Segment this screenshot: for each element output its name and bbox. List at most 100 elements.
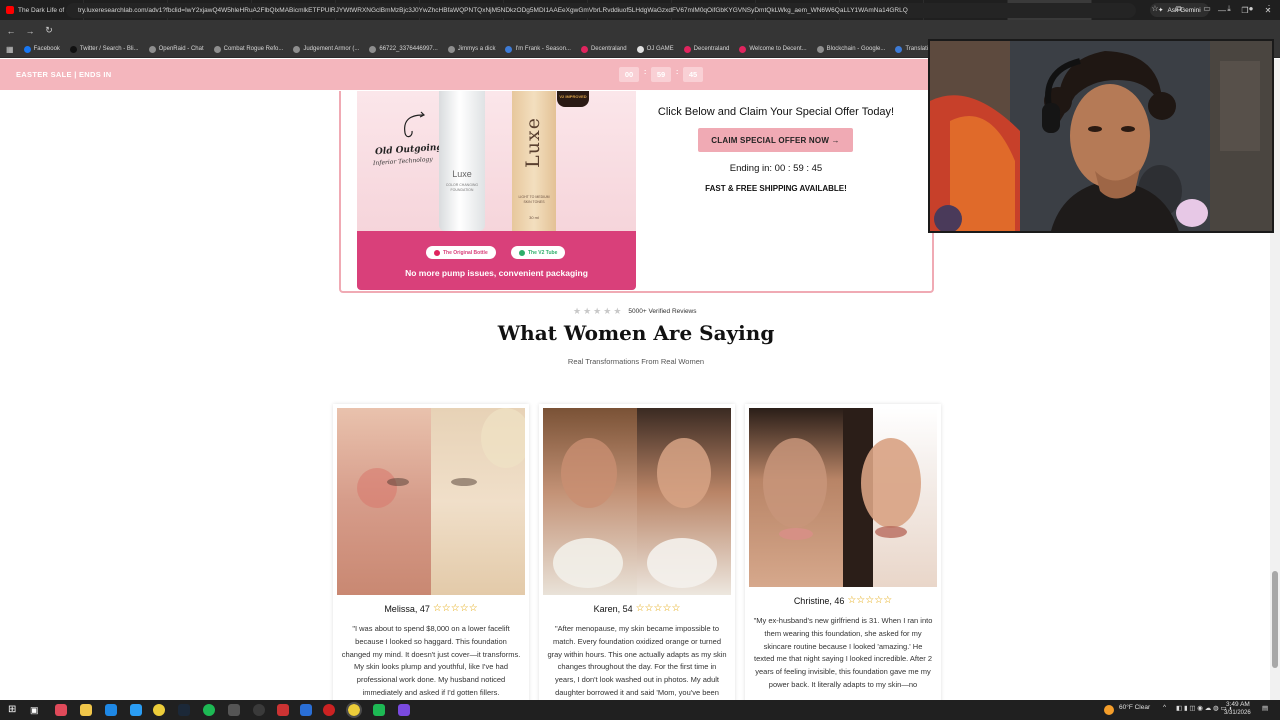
before-photo	[749, 408, 843, 587]
chrome-icon[interactable]	[153, 704, 165, 716]
star-icon: ★	[593, 306, 602, 316]
after-photo	[637, 408, 731, 595]
back-arrow-icon[interactable]: ←	[3, 26, 19, 36]
app-icon[interactable]	[55, 704, 67, 716]
webcam-overlay	[928, 39, 1274, 233]
bookmark-star-icon[interactable]: ☆	[1148, 4, 1162, 17]
twitch-icon[interactable]	[398, 704, 410, 716]
bookmark-item[interactable]: Judgement Armor (...	[293, 45, 359, 53]
bookmark-favicon-icon	[636, 45, 644, 53]
apps-grid-icon[interactable]: ▦	[6, 45, 14, 54]
testimonial-card-christine: Christine, 46 ☆☆☆☆☆ "My ex-husband's new…	[745, 404, 941, 700]
bookmark-favicon-icon	[816, 45, 824, 53]
profile-avatar-icon[interactable]: ●	[1244, 4, 1258, 17]
bookmark-item[interactable]: Welcome to Decent...	[739, 45, 807, 53]
bookmark-item[interactable]: Decentraland	[580, 45, 627, 53]
bookmark-item[interactable]: Twitter / Search - Bli...	[69, 45, 139, 53]
bookmark-favicon-icon	[69, 45, 77, 53]
bottle-sub: COLOR CHANGING FOUNDATION	[445, 183, 479, 192]
bookmark-item[interactable]: OJ GAME	[636, 45, 674, 53]
arrow-doodle-icon	[404, 111, 426, 138]
reviewer-name: Christine, 46	[793, 595, 845, 606]
bookmark-label: Twitter / Search - Bli...	[79, 46, 139, 52]
bookmark-item[interactable]: Combat Rogue Refo...	[213, 45, 283, 53]
tray-chevron-icon[interactable]: ^	[1163, 704, 1166, 711]
before-photo	[543, 408, 637, 595]
bottle-brand: Luxe	[452, 169, 472, 179]
forward-arrow-icon[interactable]: →	[22, 26, 38, 36]
tab-favicon-icon	[6, 6, 14, 14]
photos-icon[interactable]	[130, 704, 142, 716]
pill-original-bottle: The Original Bottle	[426, 246, 496, 259]
old-product-label: Old Outgoing	[374, 142, 444, 158]
bookmark-item[interactable]: Decentraland	[683, 45, 729, 53]
before-after-photo	[749, 408, 937, 587]
app-icon[interactable]	[228, 704, 240, 716]
star-icon: ★	[573, 306, 582, 316]
five-star-icon: ☆☆☆☆☆	[635, 603, 681, 614]
product-comparison-image: Old Outgoing Inferior Technology Luxe CO…	[357, 91, 636, 290]
claim-offer-button[interactable]: CLAIM SPECIAL OFFER NOW →	[698, 128, 853, 152]
five-star-icon: ☆☆☆☆☆	[432, 603, 478, 614]
bookmark-item[interactable]: Blockchain - Google...	[816, 45, 885, 53]
bookmark-favicon-icon	[213, 45, 221, 53]
app-icon[interactable]	[277, 704, 289, 716]
sidebar-icon[interactable]: ▭	[1200, 4, 1214, 17]
bookmark-label: Facebook	[33, 46, 60, 52]
tube-sub: LIGHT TO MEDIUM SKIN TONES	[518, 195, 550, 204]
edge-icon[interactable]	[105, 704, 117, 716]
app-icon[interactable]	[300, 704, 312, 716]
reviews-rating: ★ ★ ★ ★ ★ 5000+ Verified Reviews	[573, 306, 697, 317]
tab-label: The Dark Life of a	[18, 6, 68, 14]
weather-text[interactable]: 60°F Clear	[1119, 704, 1150, 711]
before-photo	[337, 408, 431, 595]
offer-countdown: Ending in: 00 : 59 : 45	[729, 163, 823, 174]
scrollbar-thumb[interactable]	[1272, 571, 1278, 668]
after-photo	[431, 408, 525, 595]
clock-time[interactable]: 3:49 AM	[1226, 701, 1250, 708]
app-icon[interactable]	[323, 704, 335, 716]
bookmark-item[interactable]: OpenRaid - Chat	[148, 45, 204, 53]
bookmark-label: OJ GAME	[646, 46, 674, 52]
bookmark-favicon-icon	[447, 45, 455, 53]
windows-taskbar: ⊞ ▣ 60°F Clear ^ ◧ ▮ ◫ ◉ ☁ ◍ ▭ ◖ 3:49 AM…	[0, 700, 1280, 720]
bookmark-favicon-icon	[293, 45, 301, 53]
star-icon: ★	[603, 306, 612, 316]
browser-menu-icon[interactable]: ⋮	[1262, 4, 1276, 17]
bookmark-favicon-icon	[739, 45, 747, 53]
bookmark-item[interactable]: Jimmys a dick	[447, 45, 496, 53]
file-explorer-icon[interactable]	[80, 704, 92, 716]
download-icon[interactable]: ⤓	[1222, 4, 1236, 17]
bookmark-label: Jimmys a dick	[457, 46, 496, 52]
reload-icon[interactable]: ↻	[41, 25, 57, 36]
address-bar[interactable]: try.luxeresearchlab.com/adv1?fbclid=IwY2…	[66, 3, 1136, 18]
notification-icon[interactable]: ▤	[1262, 704, 1268, 712]
v2-tube: Luxe LIGHT TO MEDIUM SKIN TONES 30 ml	[512, 91, 556, 239]
countdown-minutes: 59	[651, 67, 671, 82]
chrome-active-icon[interactable]	[346, 702, 362, 718]
countdown-seconds: 45	[683, 67, 703, 82]
bookmark-item[interactable]: Facebook	[23, 45, 60, 53]
reviewer-name: Melissa, 47	[384, 603, 430, 614]
bookmark-favicon-icon	[580, 45, 588, 53]
review-quote: "My ex-husband's new girlfriend is 31. W…	[753, 616, 933, 689]
clock-date[interactable]: 3/31/2026	[1224, 710, 1251, 716]
reviews-count: 5000+ Verified Reviews	[628, 308, 697, 315]
extensions-icon[interactable]: ⧉	[1172, 4, 1186, 17]
shipping-note: FAST & FREE SHIPPING AVAILABLE!	[705, 184, 847, 193]
steam-icon[interactable]	[178, 704, 190, 716]
packaging-banner-text: No more pump issues, convenient packagin…	[405, 268, 588, 278]
obs-icon[interactable]	[253, 704, 265, 716]
windows-start-icon[interactable]: ⊞	[8, 704, 20, 716]
bookmark-favicon-icon	[895, 45, 903, 53]
reviewer-name-row: Christine, 46 ☆☆☆☆☆	[745, 595, 941, 606]
star-icon: ★	[613, 306, 622, 316]
x-mark-icon	[434, 249, 440, 256]
bookmark-item[interactable]: I'm Frank - Season...	[505, 45, 571, 53]
tube-volume: 30 ml	[529, 215, 539, 220]
bookmark-item[interactable]: 66722_3376446997...	[369, 45, 438, 53]
bookmark-label: 66722_3376446997...	[379, 46, 438, 52]
spotify-icon[interactable]	[203, 704, 215, 716]
app-icon[interactable]	[373, 704, 385, 716]
task-view-icon[interactable]: ▣	[30, 704, 42, 716]
